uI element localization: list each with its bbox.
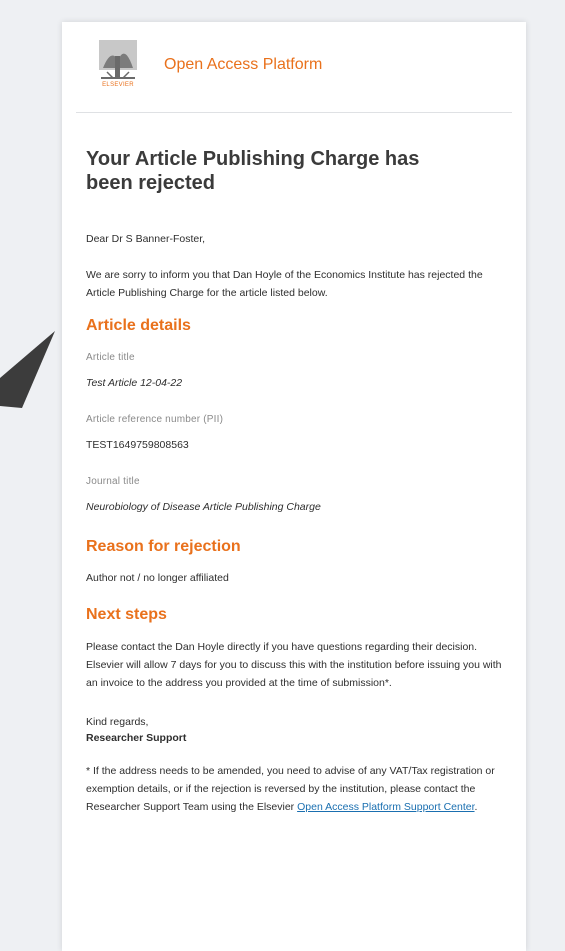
regards-text: Kind regards, [86,716,149,728]
article-title-value: Test Article 12-04-22 [86,377,183,389]
article-details-heading: Article details [86,317,191,334]
article-title-label: Article title [86,352,135,363]
next-steps-heading: Next steps [86,606,167,623]
rejection-reason: Author not / no longer affiliated [86,572,229,584]
elsevier-logo-text: ELSEVIER [102,82,134,88]
journal-value: Neurobiology of Disease Article Publishi… [86,501,321,513]
reference-value: TEST1649759808563 [86,439,189,451]
footnote: * If the address needs to be amended, yo… [86,762,506,816]
rejection-heading: Reason for rejection [86,538,241,555]
journal-label: Journal title [86,476,140,487]
next-steps-paragraph: Please contact the Dan Hoyle directly if… [86,641,502,689]
email-body: Your Article Publishing Charge has been … [62,147,526,816]
closing: Kind regards, Researcher Support [86,714,502,746]
signature: Researcher Support [86,732,187,744]
footnote-end: . [474,801,478,813]
email-title: Your Article Publishing Charge has been … [86,148,420,194]
email-header: ELSEVIER Open Access Platform [76,22,512,113]
support-center-link[interactable]: Open Access Platform Support Center [297,801,474,813]
greeting: Dear Dr S Banner-Foster, [86,233,206,245]
reference-label: Article reference number (PII) [86,414,224,425]
intro-paragraph: We are sorry to inform you that Dan Hoyl… [86,269,483,299]
elsevier-logo: ELSEVIER [93,38,143,92]
email-card: ELSEVIER Open Access Platform Your Artic… [62,22,526,951]
platform-name: Open Access Platform [164,56,323,73]
